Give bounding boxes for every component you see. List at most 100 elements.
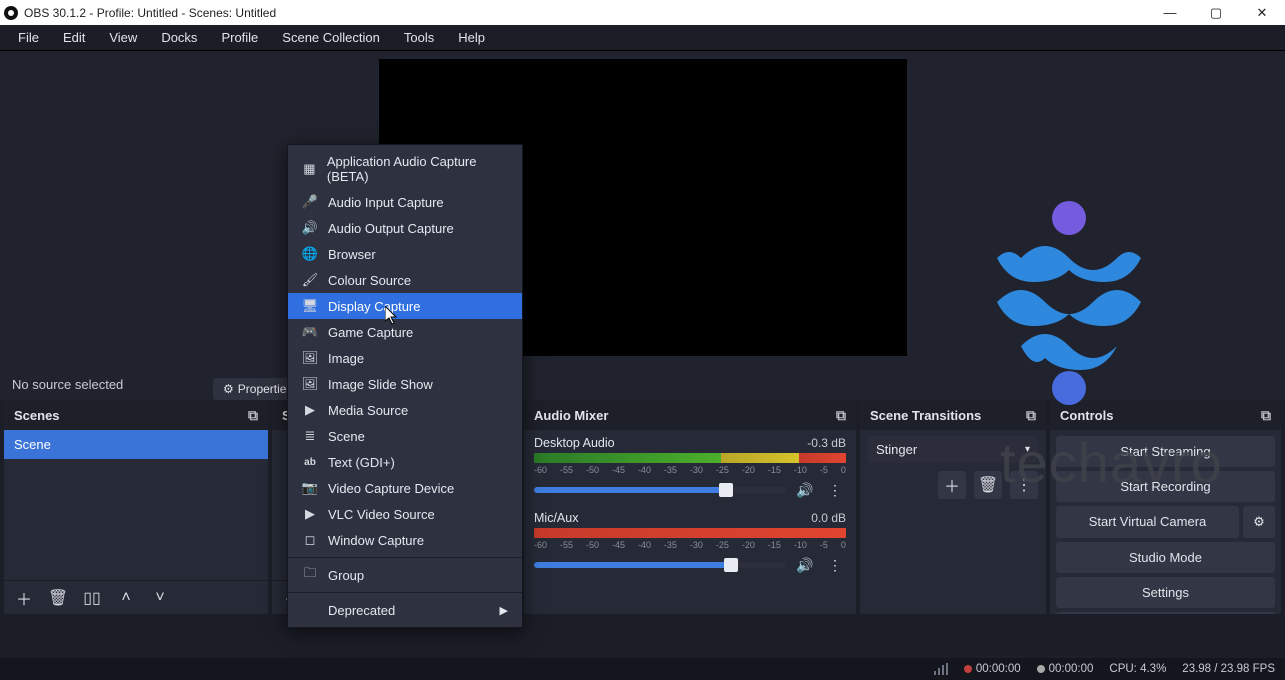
text-icon: ab [302,454,318,470]
virtual-camera-settings-button[interactable]: ⚙ [1243,506,1275,538]
rec-time: 00:00:00 [1037,663,1094,675]
dock-popout-icon[interactable]: ⧉ [1261,407,1271,424]
window-titlebar: OBS 30.1.2 - Profile: Untitled - Scenes:… [0,0,1285,25]
fps-info: 23.98 / 23.98 FPS [1182,663,1275,675]
play-icon: ▶ [302,402,318,418]
window-maximize-button[interactable]: ▢ [1193,0,1239,25]
dock-popout-icon[interactable]: ⧉ [1026,407,1036,424]
cm-item-browser[interactable]: 🌐Browser [288,241,522,267]
play-icon: ▶ [302,506,318,522]
mixer-panel-title: Audio Mixer [534,408,608,423]
start-virtual-camera-button[interactable]: Start Virtual Camera [1056,506,1239,538]
cm-item-audio-output[interactable]: 🔊Audio Output Capture [288,215,522,241]
transition-remove-button[interactable]: 🗑 [974,471,1002,499]
obs-logo-icon [4,6,18,20]
window-close-button[interactable]: ✕ [1239,0,1285,25]
window-title: OBS 30.1.2 - Profile: Untitled - Scenes:… [24,6,1147,20]
add-source-context-menu: ▦Application Audio Capture (BETA) 🎤Audio… [287,144,523,628]
menubar: File Edit View Docks Profile Scene Colle… [0,25,1285,51]
cm-item-image[interactable]: 🖼Image [288,345,522,371]
window-icon: ◻ [302,532,318,548]
cm-item-window-capture[interactable]: ◻Window Capture [288,527,522,553]
settings-button[interactable]: Settings [1056,577,1275,608]
cm-item-media-source[interactable]: ▶Media Source [288,397,522,423]
menu-edit[interactable]: Edit [53,27,95,48]
scene-filter-button[interactable]: ▯▯ [78,584,106,612]
transition-select[interactable]: Stinger ▾ [868,436,1038,463]
camera-icon: 📷 [302,480,318,496]
cm-item-game-capture[interactable]: 🎮Game Capture [288,319,522,345]
scene-item[interactable]: Scene [4,430,268,459]
submenu-arrow-icon: ▶ [500,604,508,617]
cm-item-deprecated[interactable]: Deprecated▶ [288,597,522,623]
mixer-channel-db: 0.0 dB [811,511,846,525]
brush-icon: 🖌 [302,272,318,288]
start-streaming-button[interactable]: Start Streaming [1056,436,1275,467]
image-icon: 🖼 [302,350,318,366]
dock-popout-icon[interactable]: ⧉ [836,407,846,424]
statusbar: 00:00:00 00:00:00 CPU: 4.3% 23.98 / 23.9… [0,658,1285,680]
window-minimize-button[interactable]: — [1147,0,1193,25]
studio-mode-button[interactable]: Studio Mode [1056,542,1275,573]
gamepad-icon: 🎮 [302,324,318,340]
transition-menu-button[interactable]: ⋮ [1010,471,1038,499]
scenes-panel: Scenes ⧉ Scene ＋ 🗑 ▯▯ ˄ ˅ [4,400,268,614]
menu-scene-collection[interactable]: Scene Collection [272,27,390,48]
scene-transitions-panel: Scene Transitions ⧉ Stinger ▾ ＋ 🗑 ⋮ [860,400,1046,614]
mixer-volume-slider[interactable] [534,487,786,493]
cm-item-image-slide-show[interactable]: 🖼Image Slide Show [288,371,522,397]
cm-item-vlc-source[interactable]: ▶VLC Video Source [288,501,522,527]
gear-icon: ⚙ [1253,514,1265,530]
globe-icon: 🌐 [302,246,318,262]
cm-item-text[interactable]: abText (GDI+) [288,449,522,475]
cpu-usage: CPU: 4.3% [1109,663,1166,675]
scene-remove-button[interactable]: 🗑 [44,584,72,612]
cm-item-app-audio[interactable]: ▦Application Audio Capture (BETA) [288,149,522,189]
menu-tools[interactable]: Tools [394,27,444,48]
audio-mixer-panel: Audio Mixer ⧉ Desktop Audio -0.3 dB -60-… [524,400,856,614]
watermark-logo [971,198,1167,408]
scene-move-up-button[interactable]: ˄ [112,584,140,612]
folder-icon: 🗀 [302,567,318,583]
mute-button[interactable]: 🔊 [794,479,816,501]
dock-popout-icon[interactable]: ⧉ [248,407,258,424]
mixer-channel-menu[interactable]: ⋮ [824,479,846,501]
mixer-channel-meter [534,453,846,463]
slideshow-icon: 🖼 [302,376,318,392]
mixer-ticks: -60-55-50-45-40-35-30-25-20-15-10-50 [534,540,846,550]
mixer-channel-menu[interactable]: ⋮ [824,554,846,576]
context-menu-separator [288,557,522,558]
menu-docks[interactable]: Docks [151,27,207,48]
controls-panel-title: Controls [1060,408,1113,423]
menu-profile[interactable]: Profile [211,27,268,48]
scene-move-down-button[interactable]: ˅ [146,584,174,612]
monitor-icon: 🖥 [302,298,318,314]
transition-add-button[interactable]: ＋ [938,471,966,499]
cm-item-video-capture[interactable]: 📷Video Capture Device [288,475,522,501]
mic-icon: 🎤 [302,194,318,210]
context-menu-separator [288,592,522,593]
menu-view[interactable]: View [99,27,147,48]
cm-item-display-capture[interactable]: 🖥Display Capture [288,293,522,319]
scene-add-button[interactable]: ＋ [10,584,38,612]
properties-label: Properties [238,382,293,396]
mixer-volume-slider[interactable] [534,562,786,568]
menu-help[interactable]: Help [448,27,495,48]
scenes-panel-title: Scenes [14,408,60,423]
cm-item-audio-input[interactable]: 🎤Audio Input Capture [288,189,522,215]
chevron-down-icon: ▾ [1025,444,1030,455]
start-recording-button[interactable]: Start Recording [1056,471,1275,502]
list-icon: ≣ [302,428,318,444]
controls-panel: Controls ⧉ Start Streaming Start Recordi… [1050,400,1281,614]
mixer-channel-meter [534,528,846,538]
cm-item-scene[interactable]: ≣Scene [288,423,522,449]
cm-item-group[interactable]: 🗀Group [288,562,522,588]
mute-button[interactable]: 🔊 [794,554,816,576]
source-status-text: No source selected [12,377,123,392]
cm-item-colour-source[interactable]: 🖌Colour Source [288,267,522,293]
menu-file[interactable]: File [8,27,49,48]
transitions-panel-title: Scene Transitions [870,408,981,423]
exit-button[interactable]: Exit [1056,612,1275,614]
network-icon [934,663,948,675]
speaker-icon: 🔊 [302,220,318,236]
